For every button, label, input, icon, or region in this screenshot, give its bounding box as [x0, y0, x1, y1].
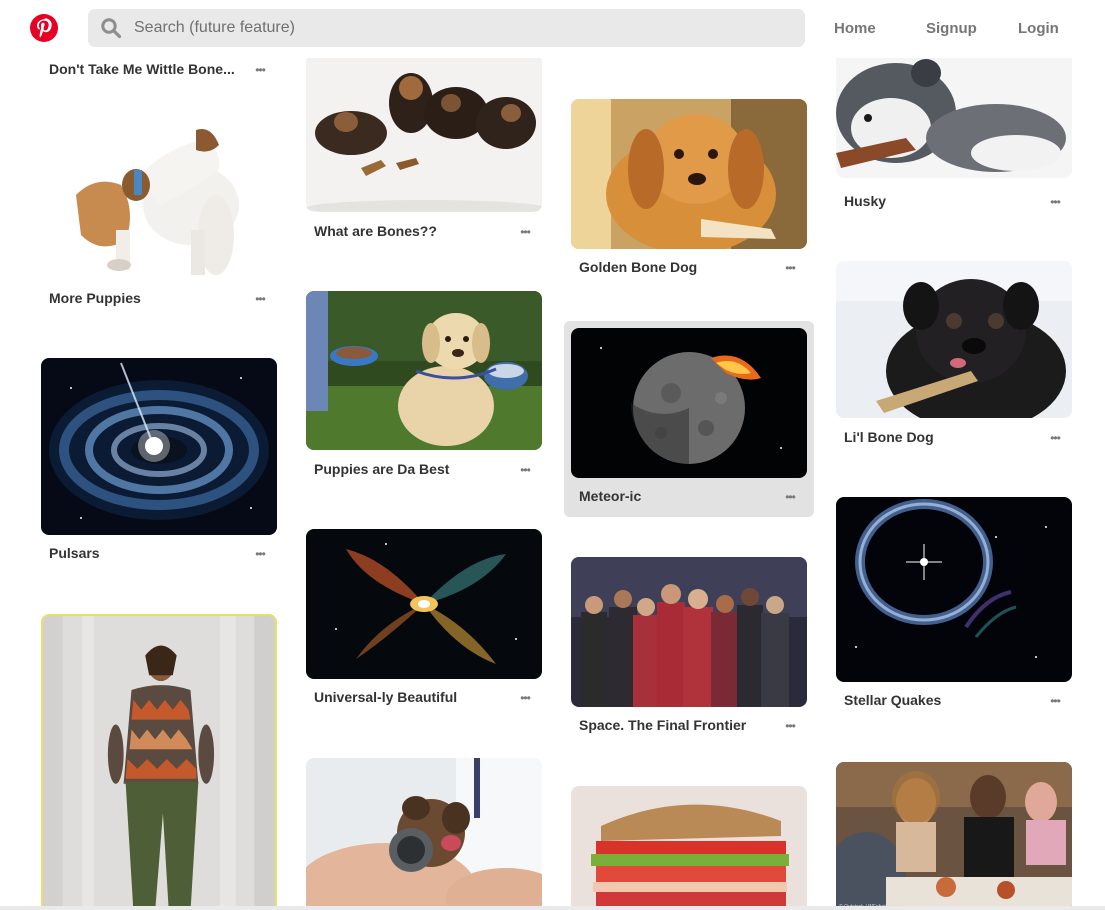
- more-options-icon[interactable]: •••: [516, 464, 534, 477]
- pin-card[interactable]: [306, 758, 542, 910]
- pin-title: Li'l Bone Dog: [844, 429, 934, 445]
- pin-title: Universal-ly Beautiful: [314, 689, 458, 705]
- more-options-icon[interactable]: •••: [1046, 196, 1064, 209]
- pin-image-star-trek-crew[interactable]: [571, 557, 807, 707]
- more-options-icon[interactable]: •••: [1046, 695, 1064, 708]
- pin-image-butterfly-nebula[interactable]: [306, 529, 542, 679]
- search-bar: [88, 9, 805, 47]
- nav-home-link[interactable]: Home: [834, 20, 876, 37]
- pin-image-pulsar-space[interactable]: [41, 358, 277, 535]
- pin-title: Pulsars: [49, 545, 100, 561]
- pin-card[interactable]: Golden Bone Dog •••: [571, 99, 807, 289]
- pin-image-puppy-with-stethoscope[interactable]: [306, 758, 542, 910]
- more-options-icon[interactable]: •••: [781, 491, 799, 504]
- pin-image-fashion-woman-portrait[interactable]: [41, 614, 277, 910]
- pin-image-layered-sandwich[interactable]: [571, 786, 807, 910]
- search-input[interactable]: [134, 9, 774, 47]
- more-options-icon[interactable]: •••: [516, 692, 534, 705]
- more-options-icon[interactable]: •••: [781, 720, 799, 733]
- pin-card[interactable]: Puppies are Da Best •••: [306, 291, 542, 486]
- pin-image-golden-retriever-puppy[interactable]: [571, 99, 807, 249]
- pin-title: Don't Take Me Wittle Bone...: [49, 61, 235, 77]
- top-nav-bar: Home Signup Login: [0, 0, 1105, 58]
- pin-image-black-pug-with-bone[interactable]: [836, 261, 1072, 418]
- pin-image-stellar-quake-ring[interactable]: [836, 497, 1072, 682]
- pin-title: Golden Bone Dog: [579, 259, 698, 275]
- pin-title: Husky: [844, 193, 887, 209]
- nav-login-link[interactable]: Login: [1018, 20, 1059, 37]
- pinterest-logo-icon[interactable]: [30, 14, 58, 42]
- pin-image-people-at-restaurant[interactable]: © Outstock / INFphoto.com: [836, 762, 1072, 910]
- more-options-icon[interactable]: •••: [251, 293, 269, 306]
- more-options-icon[interactable]: •••: [251, 64, 269, 77]
- pin-card[interactable]: Don't Take Me Wittle Bone... •••: [41, 58, 277, 88]
- search-icon: [100, 17, 122, 39]
- pin-title: What are Bones??: [314, 223, 437, 239]
- pin-title: Meteor-ic: [579, 488, 642, 504]
- pin-title: Space. The Final Frontier: [579, 717, 747, 733]
- pin-image-husky-with-bone[interactable]: [836, 58, 1072, 178]
- pin-image-yorkie-puppies-dog-biscuits[interactable]: [306, 58, 542, 212]
- pin-image-labrador-puppy-on-grass[interactable]: [306, 291, 542, 450]
- pin-card[interactable]: © Outstock / INFphoto.com: [836, 762, 1072, 910]
- pin-title: Puppies are Da Best: [314, 461, 450, 477]
- nav-signup-link[interactable]: Signup: [926, 20, 977, 37]
- pin-card[interactable]: What are Bones?? •••: [306, 58, 542, 248]
- pin-image-jack-russell-puppy[interactable]: [41, 110, 277, 279]
- pin-card[interactable]: Stellar Quakes •••: [836, 497, 1072, 717]
- pin-title: More Puppies: [49, 290, 141, 306]
- pin-card[interactable]: Li'l Bone Dog •••: [836, 261, 1072, 456]
- pin-card[interactable]: [571, 786, 807, 910]
- pin-card[interactable]: More Puppies •••: [41, 110, 277, 310]
- more-options-icon[interactable]: •••: [1046, 432, 1064, 445]
- pin-card[interactable]: [41, 614, 277, 910]
- pin-card[interactable]: Universal-ly Beautiful •••: [306, 529, 542, 719]
- bottom-scroll-edge: [0, 906, 1105, 910]
- pin-card[interactable]: Husky •••: [836, 58, 1072, 218]
- pin-image-meteor-impact-planet[interactable]: [571, 328, 807, 478]
- pin-card[interactable]: Meteor-ic •••: [571, 328, 807, 518]
- more-options-icon[interactable]: •••: [251, 548, 269, 561]
- more-options-icon[interactable]: •••: [516, 226, 534, 239]
- more-options-icon[interactable]: •••: [781, 262, 799, 275]
- pin-card[interactable]: Space. The Final Frontier •••: [571, 557, 807, 747]
- pin-title: Stellar Quakes: [844, 692, 942, 708]
- pin-card[interactable]: Pulsars •••: [41, 358, 277, 568]
